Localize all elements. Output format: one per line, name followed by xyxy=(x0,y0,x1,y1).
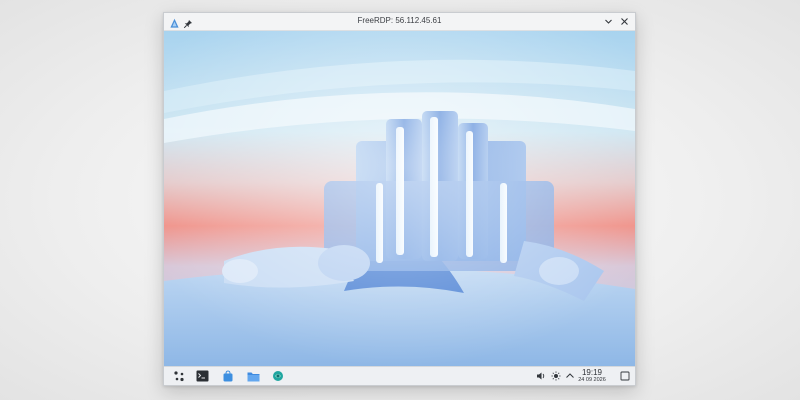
show-desktop-icon xyxy=(620,371,629,380)
close-icon xyxy=(621,18,628,25)
brightness-button[interactable] xyxy=(550,370,561,381)
desktop-wallpaper xyxy=(164,31,635,367)
clock-time: 19:19 xyxy=(581,368,603,377)
freerdp-window: FreeRDP: 56.112.45.61 19:19 24 09 2026 xyxy=(163,12,636,386)
volume-button[interactable] xyxy=(535,370,546,381)
app-launcher-button[interactable] xyxy=(172,369,186,383)
store-bag-icon xyxy=(223,370,233,382)
speaker-icon xyxy=(536,372,544,379)
window-titlebar[interactable]: FreeRDP: 56.112.45.61 xyxy=(164,13,635,31)
show-desktop-button[interactable] xyxy=(619,370,630,381)
minimize-button[interactable] xyxy=(602,15,615,28)
software-store-button[interactable] xyxy=(221,369,235,383)
close-button[interactable] xyxy=(618,15,631,28)
taskbar: 19:19 24 09 2026 xyxy=(164,366,635,385)
chevron-down-icon xyxy=(605,19,612,24)
window-title: FreeRDP: 56.112.45.61 xyxy=(357,16,442,25)
browser-icon xyxy=(273,371,283,381)
terminal-button[interactable] xyxy=(195,369,209,383)
browser-button[interactable] xyxy=(271,369,285,383)
terminal-icon xyxy=(196,370,208,382)
taskbar-clock[interactable]: 19:19 24 09 2026 xyxy=(573,368,611,383)
remote-desktop[interactable] xyxy=(164,31,635,367)
sun-icon xyxy=(551,371,560,380)
file-manager-button[interactable] xyxy=(246,369,260,383)
app-launcher-icon xyxy=(174,371,184,382)
folder-icon xyxy=(247,372,259,381)
clock-date: 24 09 2026 xyxy=(578,377,606,383)
